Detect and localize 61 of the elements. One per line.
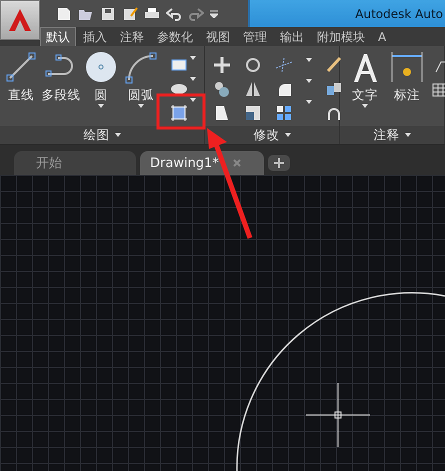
panel-title[interactable]: 绘图 bbox=[84, 126, 110, 144]
panel-title[interactable]: 修改 bbox=[254, 126, 280, 144]
ribbon-tab[interactable]: 默认 bbox=[40, 27, 76, 46]
logo-icon bbox=[7, 7, 33, 33]
ribbon-tab[interactable]: 插入 bbox=[77, 27, 113, 46]
application-menu-button[interactable] bbox=[0, 0, 40, 40]
new-file-icon[interactable] bbox=[56, 6, 72, 20]
caret-icon[interactable] bbox=[114, 133, 120, 137]
tool-label[interactable]: 圆 bbox=[94, 87, 108, 104]
crosshair-cursor bbox=[306, 382, 370, 448]
tab-label[interactable]: Drawing1* bbox=[150, 156, 219, 170]
circle-icon[interactable] bbox=[84, 50, 118, 84]
caret-icon[interactable] bbox=[190, 98, 196, 102]
caret-icon[interactable] bbox=[306, 100, 312, 104]
ribbon-tab[interactable]: 管理 bbox=[237, 27, 273, 46]
caret-icon[interactable] bbox=[284, 133, 290, 137]
undo-icon[interactable] bbox=[166, 6, 182, 20]
caret-icon[interactable] bbox=[306, 58, 312, 62]
caret-icon[interactable] bbox=[362, 104, 368, 108]
ribbon-tab[interactable]: 视图 bbox=[200, 27, 236, 46]
caret-icon[interactable] bbox=[306, 79, 312, 83]
ribbon-tab[interactable]: 附加模块 bbox=[311, 27, 371, 46]
ribbon-tab[interactable]: 注释 bbox=[114, 27, 150, 46]
caret-icon[interactable] bbox=[190, 77, 196, 81]
tool-label[interactable]: 直线 bbox=[8, 87, 34, 104]
tool-label[interactable]: 多段线 bbox=[42, 87, 80, 104]
ribbon-tab[interactable]: A bbox=[372, 27, 392, 46]
tool-label[interactable]: 圆弧 bbox=[128, 87, 154, 104]
line-icon[interactable] bbox=[4, 50, 38, 84]
rotate-icon[interactable] bbox=[244, 56, 262, 74]
array-icon[interactable] bbox=[275, 104, 293, 122]
window-title: Autodesk Auto bbox=[355, 6, 443, 20]
document-tab[interactable]: Drawing1* bbox=[140, 151, 264, 175]
explode-icon[interactable] bbox=[325, 80, 343, 98]
highlight-frame bbox=[156, 94, 206, 130]
tool-label[interactable]: 文字 bbox=[352, 87, 378, 104]
move-icon[interactable] bbox=[213, 56, 231, 74]
tab-label[interactable]: 开始 bbox=[36, 154, 62, 172]
save-icon[interactable] bbox=[100, 6, 116, 20]
caret-icon[interactable] bbox=[190, 56, 196, 60]
tool-label[interactable]: 标注 bbox=[394, 87, 420, 104]
copy-icon[interactable] bbox=[213, 80, 231, 98]
caret-icon[interactable] bbox=[404, 133, 410, 137]
dimension-icon[interactable] bbox=[390, 50, 424, 84]
scale-icon[interactable] bbox=[244, 104, 262, 122]
stretch-icon[interactable] bbox=[213, 104, 231, 122]
mirror-icon[interactable] bbox=[244, 80, 262, 98]
save-as-icon[interactable] bbox=[122, 6, 138, 20]
trim-icon[interactable] bbox=[275, 56, 293, 74]
arc-icon[interactable] bbox=[124, 50, 158, 84]
ribbon-tab[interactable]: 输出 bbox=[274, 27, 310, 46]
caret-icon[interactable] bbox=[138, 104, 144, 108]
erase-icon[interactable] bbox=[325, 56, 343, 74]
customize-caret-icon[interactable] bbox=[210, 10, 218, 18]
print-icon[interactable] bbox=[144, 6, 160, 20]
hatch-icon[interactable] bbox=[170, 104, 188, 122]
new-tab-button[interactable] bbox=[268, 155, 290, 171]
document-tab[interactable]: 开始 bbox=[14, 151, 136, 175]
ribbon-tab[interactable]: 参数化 bbox=[151, 27, 199, 46]
plus-icon bbox=[274, 158, 284, 168]
caret-icon[interactable] bbox=[98, 104, 104, 108]
